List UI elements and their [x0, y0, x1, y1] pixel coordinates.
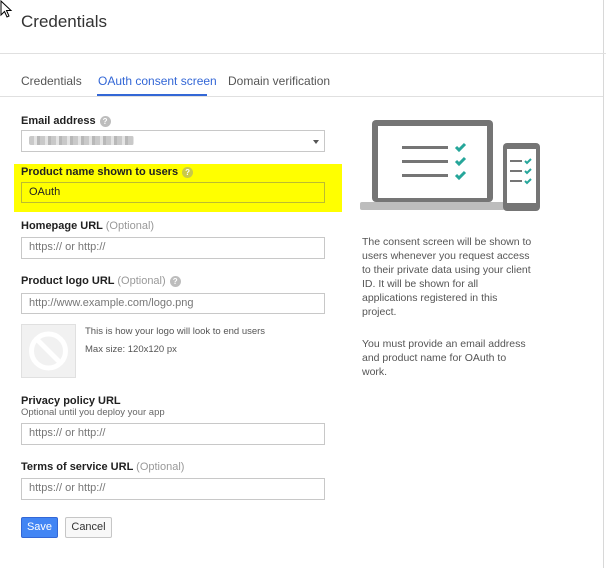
info-line: to their private data using your client — [362, 264, 531, 276]
logo-preview-caption: This is how your logo will look to end u… — [85, 326, 266, 337]
info-line: ID. It will be shown for all — [362, 278, 479, 290]
privacy-policy-url-input[interactable]: https:// or http:// — [21, 423, 325, 445]
product-logo-url-label: Product logo URL (Optional)? — [21, 275, 181, 287]
terms-of-service-url-input[interactable]: https:// or http:// — [21, 478, 325, 500]
homepage-url-label: Homepage URL (Optional) — [21, 220, 154, 232]
info-line: work. — [362, 366, 388, 378]
laptop-phone-illustration-icon — [360, 120, 540, 211]
no-image-icon — [29, 331, 68, 371]
info-line: You must provide an email address — [362, 338, 526, 350]
info-line: users whenever you request access — [362, 250, 530, 262]
window-edge — [603, 0, 604, 568]
homepage-url-input[interactable]: https:// or http:// — [21, 237, 325, 259]
chevron-down-icon — [313, 140, 319, 144]
consent-screen-info: The consent screen will be shown to user… — [362, 235, 562, 319]
homepage-url-label-text: Homepage URL — [21, 220, 103, 232]
header-divider — [0, 53, 606, 54]
privacy-policy-sublabel: Optional until you deploy your app — [21, 407, 165, 418]
help-icon[interactable]: ? — [182, 166, 194, 178]
info-line: applications registered in this — [362, 292, 498, 304]
page-title: Credentials — [21, 12, 107, 31]
email-address-label: Email address? — [21, 115, 111, 127]
terms-of-service-url-label-text: Terms of service URL — [21, 461, 134, 473]
save-button[interactable]: Save — [21, 517, 58, 538]
logo-max-size: Max size: 120x120 px — [85, 344, 177, 355]
help-icon[interactable]: ? — [99, 115, 111, 127]
product-name-input[interactable]: OAuth — [21, 182, 325, 203]
product-logo-url-label-text: Product logo URL — [21, 275, 115, 287]
logo-preview — [21, 324, 76, 378]
email-address-value-redacted — [29, 136, 134, 145]
info-line: project. — [362, 306, 397, 318]
email-address-select[interactable] — [21, 130, 325, 152]
product-name-label: Product name shown to users? — [21, 166, 194, 178]
optional-tag: (Optional) — [136, 461, 185, 473]
help-icon[interactable]: ? — [169, 275, 181, 287]
product-name-label-text: Product name shown to users — [21, 166, 179, 178]
terms-of-service-url-label: Terms of service URL (Optional) — [21, 461, 184, 473]
tab-oauth-consent-screen[interactable]: OAuth consent screen — [98, 74, 217, 88]
tab-domain-verification[interactable]: Domain verification — [228, 74, 330, 88]
mouse-cursor-icon — [0, 0, 13, 18]
tab-credentials[interactable]: Credentials — [21, 74, 82, 88]
cancel-button[interactable]: Cancel — [65, 517, 112, 538]
tabs-divider — [0, 96, 603, 97]
product-logo-url-input[interactable]: http://www.example.com/logo.png — [21, 293, 325, 314]
privacy-policy-url-label: Privacy policy URL — [21, 395, 121, 407]
email-address-label-text: Email address — [21, 115, 96, 127]
info-line: and product name for OAuth to — [362, 352, 507, 364]
optional-tag: (Optional) — [117, 275, 166, 287]
required-fields-info: You must provide an email address and pr… — [362, 337, 562, 379]
info-line: The consent screen will be shown to — [362, 236, 532, 248]
optional-tag: (Optional) — [105, 220, 155, 232]
